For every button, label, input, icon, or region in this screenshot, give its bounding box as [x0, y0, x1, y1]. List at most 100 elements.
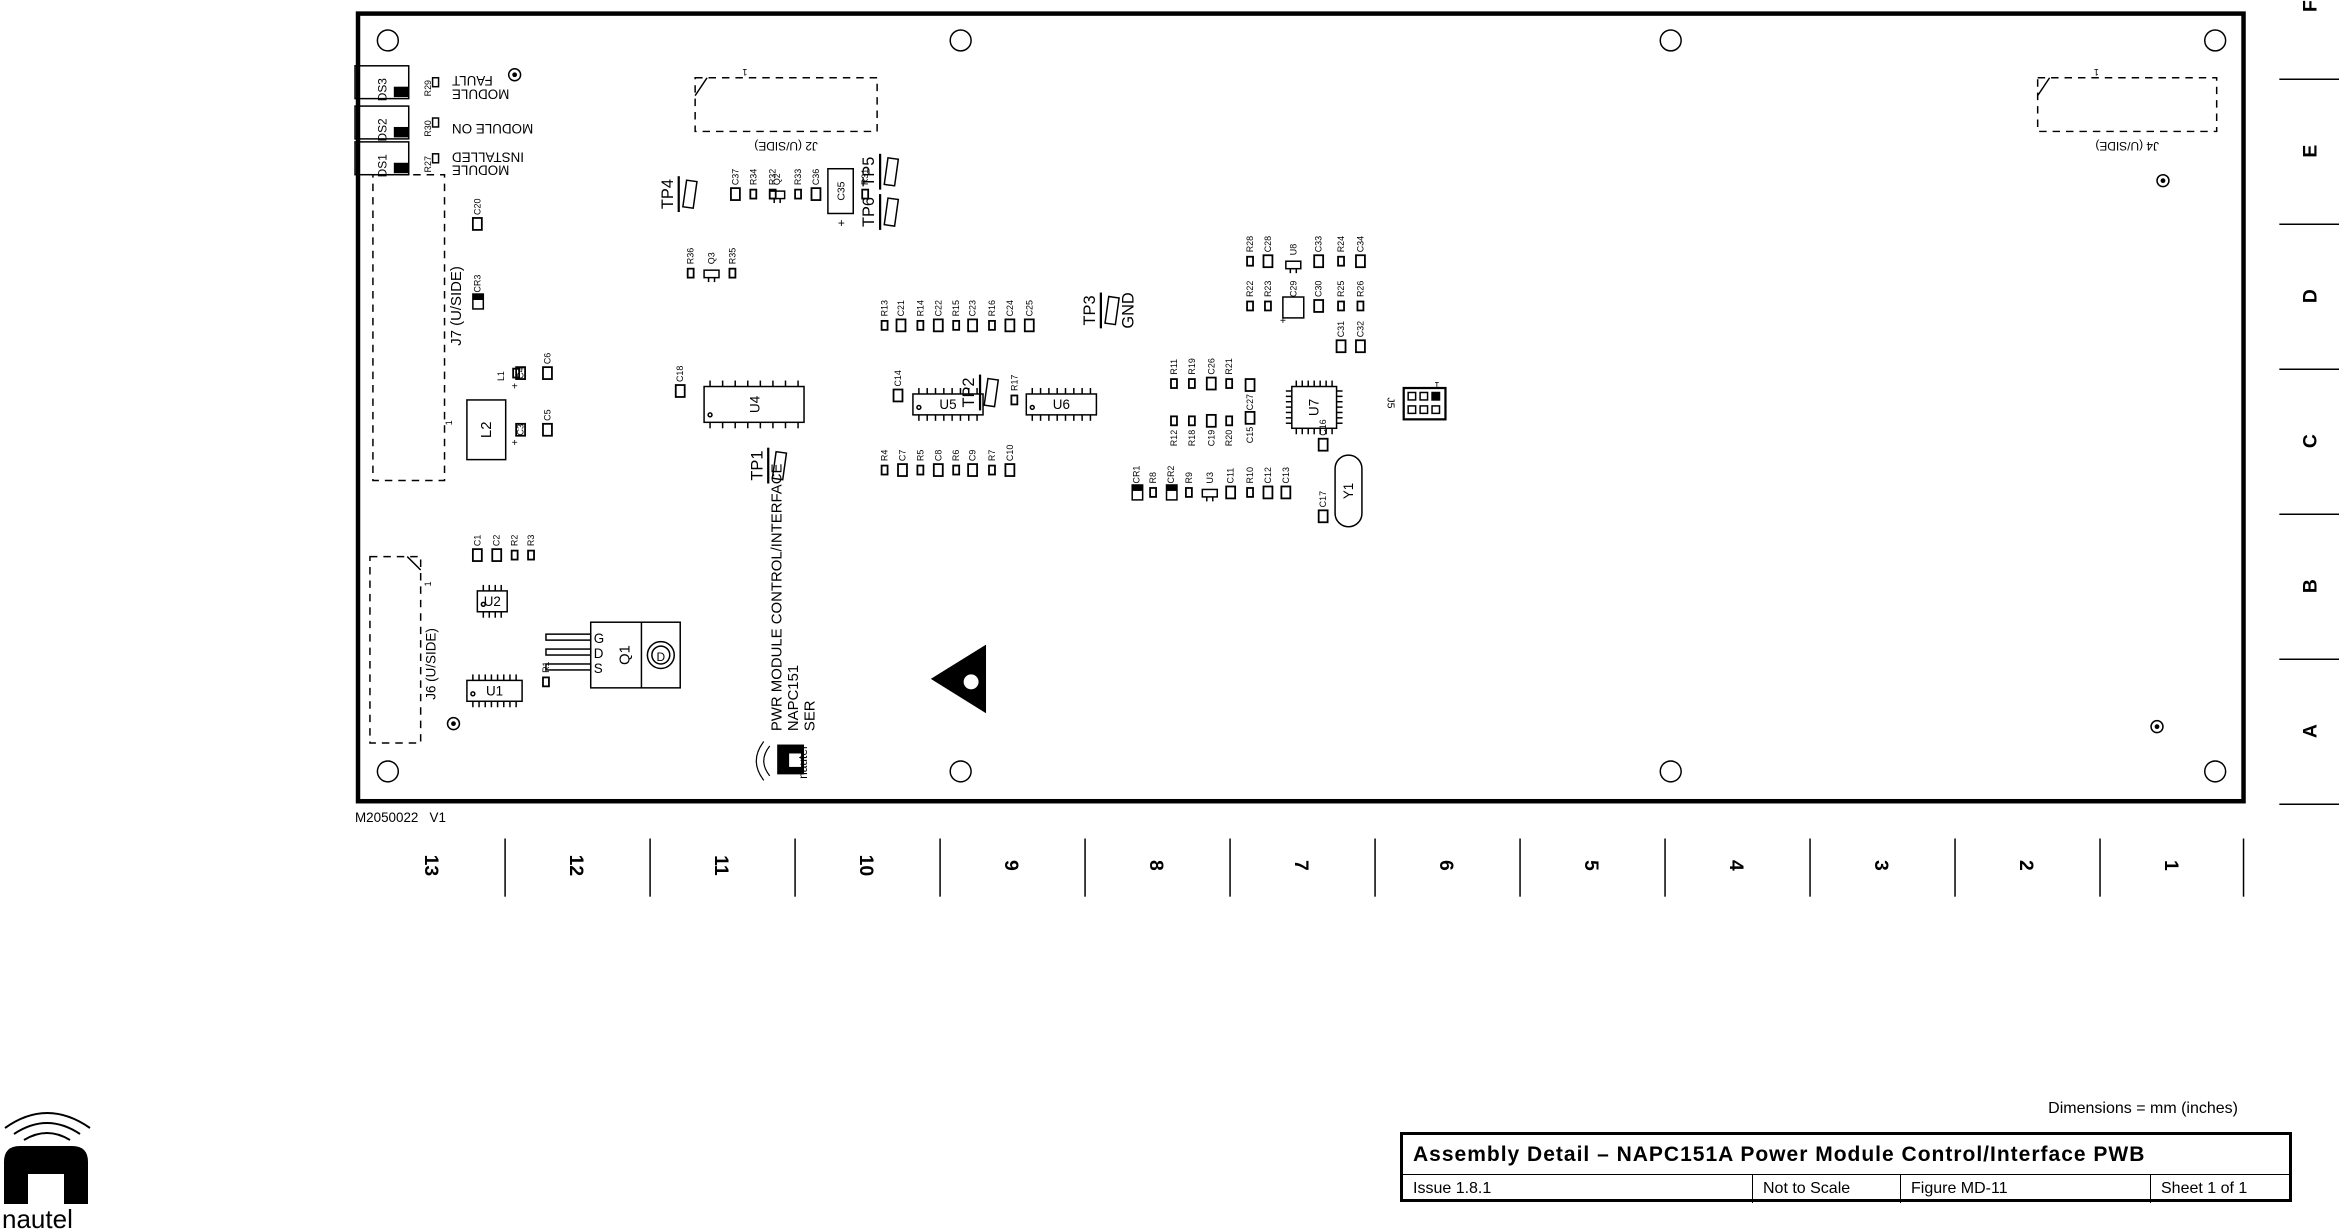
- component-C8: C8: [932, 450, 944, 477]
- svg-text:R35: R35: [727, 248, 737, 264]
- svg-text:C2: C2: [492, 535, 502, 546]
- component-R21: R21: [1224, 358, 1234, 389]
- svg-text:C10: C10: [1005, 445, 1015, 461]
- svg-text:R27: R27: [423, 156, 433, 172]
- svg-text:C27: C27: [1245, 394, 1255, 410]
- ic-U4: U4: [703, 380, 805, 429]
- component-C7: C7: [897, 450, 908, 477]
- grid-column-4: 4: [1664, 838, 1747, 897]
- svg-text:R7: R7: [987, 450, 997, 461]
- component-R10: R10: [1245, 467, 1255, 498]
- svg-text:6: 6: [1435, 860, 1457, 871]
- svg-text:C23: C23: [968, 300, 978, 316]
- component-R25: R25: [1336, 281, 1346, 312]
- svg-text:R29: R29: [423, 80, 433, 96]
- svg-text:DS2: DS2: [375, 118, 389, 142]
- svg-text:TP3: TP3: [1081, 295, 1099, 325]
- svg-text:1: 1: [423, 581, 433, 586]
- grid-column-5: 5: [1519, 838, 1602, 897]
- svg-text:D: D: [594, 646, 604, 661]
- component-R15: R15: [951, 300, 961, 331]
- svg-text:13: 13: [420, 855, 442, 877]
- svg-text:C16: C16: [1318, 419, 1328, 435]
- svg-text:7: 7: [1290, 860, 1312, 871]
- svg-text:R28: R28: [1245, 236, 1255, 252]
- svg-text:R26: R26: [1355, 281, 1365, 297]
- test-point-TP3: TP3: [1081, 292, 1120, 329]
- component-C36: C36: [810, 169, 822, 201]
- component-C5: C5: [542, 409, 553, 437]
- svg-text:R14: R14: [915, 300, 925, 316]
- svg-text:U2: U2: [484, 594, 501, 609]
- svg-text:C32: C32: [1355, 321, 1365, 337]
- component-R20: R20: [1224, 415, 1234, 446]
- svg-text:R6: R6: [951, 450, 961, 461]
- svg-text:C17: C17: [1318, 491, 1328, 507]
- svg-text:nautel: nautel: [796, 746, 810, 778]
- svg-text:C6: C6: [542, 353, 552, 364]
- svg-text:TP2: TP2: [960, 377, 978, 407]
- svg-text:C15: C15: [1245, 427, 1255, 443]
- part-number: M2050022 V1: [355, 810, 446, 825]
- component-C18: C18: [674, 366, 686, 398]
- component-R6: R6: [951, 450, 961, 476]
- board-nautel-logo: nautel: [755, 741, 810, 781]
- svg-text:C13: C13: [1281, 467, 1291, 483]
- svg-text:C20: C20: [472, 199, 482, 215]
- component-R14: R14: [915, 300, 925, 331]
- svg-text:+: +: [512, 438, 518, 449]
- svg-text:Q3: Q3: [707, 252, 717, 264]
- svg-text:C7: C7: [897, 450, 907, 461]
- svg-text:C28: C28: [1263, 236, 1273, 252]
- svg-text:+: +: [1280, 316, 1286, 327]
- capacitor-C35: C35 +: [827, 167, 855, 230]
- svg-text:C29: C29: [1288, 281, 1298, 297]
- svg-text:C35: C35: [836, 181, 847, 200]
- component-C32: C32: [1355, 321, 1366, 354]
- grid-column-11: 11: [649, 838, 732, 897]
- svg-text:C4: C4: [516, 367, 526, 378]
- svg-text:U1: U1: [486, 683, 503, 698]
- svg-text:nautel: nautel: [2, 1204, 73, 1231]
- component-C21: C21: [895, 300, 907, 333]
- svg-text:R25: R25: [1336, 281, 1346, 297]
- svg-text:FAULT: FAULT: [452, 73, 493, 88]
- component-CR1: CR1: [1131, 466, 1144, 501]
- svg-text:R12: R12: [1169, 430, 1179, 446]
- svg-text:C3: C3: [516, 424, 526, 435]
- svg-text:J2 (U/SIDE): J2 (U/SIDE): [754, 139, 818, 153]
- component-CR3: CR3: [472, 275, 485, 310]
- component-U3: U3: [1201, 472, 1218, 502]
- svg-text:U5: U5: [939, 397, 956, 412]
- svg-text:B: B: [2300, 579, 2322, 593]
- fiducial-mark: [446, 716, 461, 731]
- svg-text:R21: R21: [1224, 358, 1234, 374]
- svg-text:R33: R33: [793, 169, 803, 185]
- svg-text:SER: SER: [802, 700, 818, 731]
- led-DS1: DS1 R27 MODULEINSTALLED: [354, 141, 524, 178]
- svg-text:C19: C19: [1206, 430, 1216, 446]
- connector-J5: J5 1: [1384, 380, 1447, 421]
- grid-column-7: 7: [1229, 838, 1312, 897]
- component-C3: C3 +: [512, 422, 526, 449]
- svg-text:C37: C37: [730, 169, 740, 185]
- component-R13: R13: [880, 300, 890, 331]
- transistor-Q1: DGDSQ1: [545, 621, 681, 689]
- ic-U2: U2: [476, 584, 508, 618]
- nautel-logo: nautel: [2, 1112, 91, 1231]
- figure-number: Figure MD-11: [1901, 1175, 2151, 1203]
- component-C11: C11: [1225, 468, 1237, 500]
- svg-text:MODULE: MODULE: [452, 163, 509, 178]
- svg-text:A: A: [2300, 724, 2322, 738]
- component-C2: C2: [491, 535, 503, 562]
- mounting-hole: [376, 29, 400, 52]
- svg-text:C8: C8: [933, 450, 943, 461]
- mounting-hole: [1659, 760, 1682, 783]
- grid-row-A: A: [2279, 724, 2339, 805]
- issue: Issue 1.8.1: [1403, 1175, 1753, 1203]
- mounting-hole: [1659, 29, 1682, 52]
- component-C14: C14: [892, 370, 904, 403]
- connector-J2: J2 (U/SIDE) 1: [694, 67, 878, 153]
- svg-text:1: 1: [742, 67, 747, 77]
- connector-J4: J4 (U/SIDE) 1: [2036, 67, 2218, 153]
